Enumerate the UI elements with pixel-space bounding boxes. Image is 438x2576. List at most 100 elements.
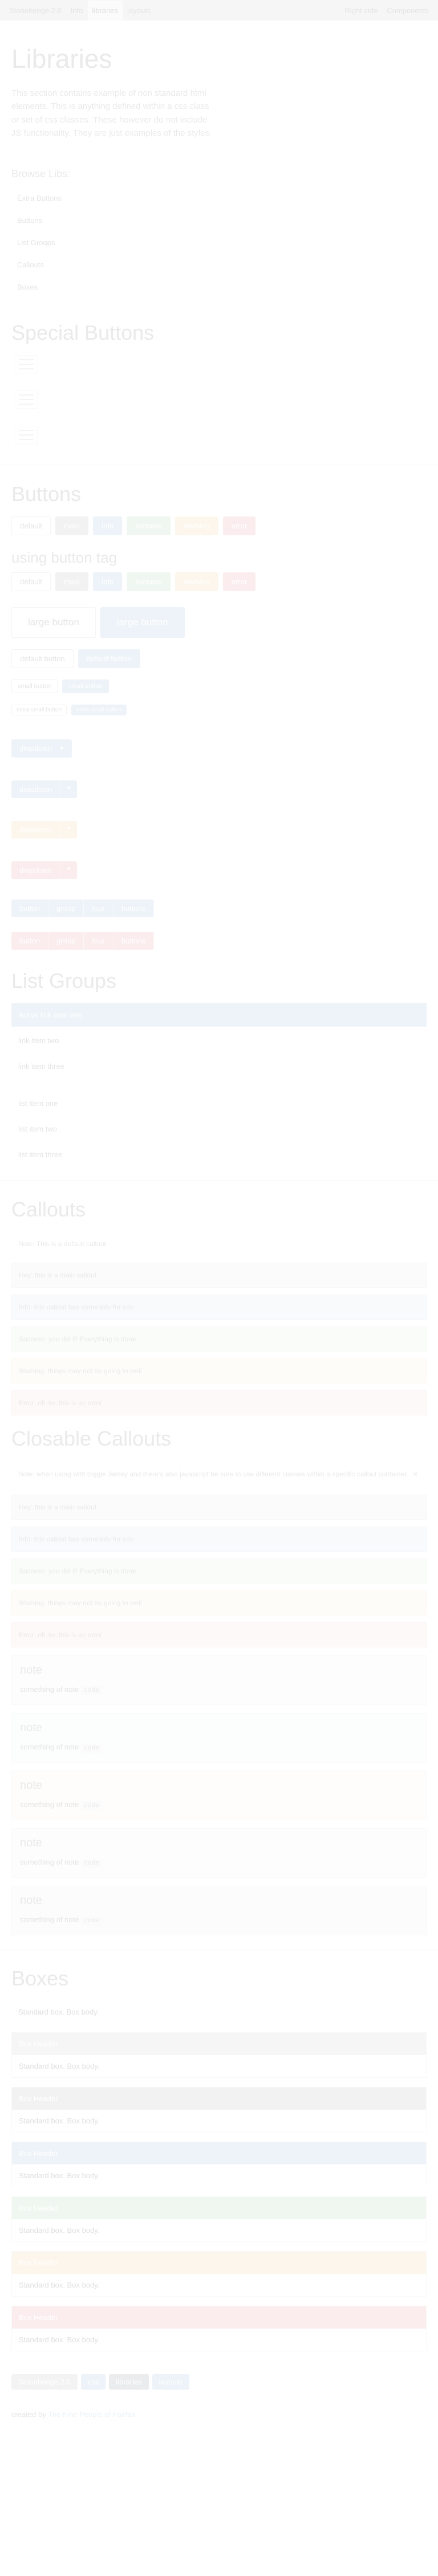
hamburger-icon[interactable] bbox=[15, 426, 38, 444]
default-button[interactable]: default button bbox=[78, 649, 140, 668]
group-button[interactable]: button bbox=[11, 932, 49, 950]
large-button[interactable]: large button bbox=[11, 607, 96, 638]
credit-link[interactable]: The Fine People of Fairfax bbox=[48, 2410, 135, 2419]
note-title: note bbox=[20, 1779, 42, 1792]
note-code: code bbox=[81, 1858, 102, 1868]
callout-info[interactable]: Info: this callout has some info for you bbox=[11, 1526, 427, 1552]
info-button[interactable]: info bbox=[93, 572, 123, 591]
info-button[interactable]: info bbox=[93, 516, 123, 535]
note-title: note bbox=[20, 1663, 42, 1676]
box-body: Standard box. Box body. bbox=[19, 2061, 100, 2070]
large-button-row: large button large button bbox=[11, 607, 427, 638]
hamburger-icon[interactable] bbox=[15, 355, 38, 373]
box: Box Header Standard box. Box body. bbox=[11, 2141, 427, 2187]
callout-success[interactable]: Success: you did it! Everything is done. bbox=[11, 1558, 427, 1584]
split-dropdown[interactable]: dropdown ▼ bbox=[11, 780, 78, 798]
group-button[interactable]: buttons bbox=[113, 900, 155, 917]
box-body: Standard box. Box body. bbox=[19, 2171, 100, 2180]
group-button[interactable]: buttons bbox=[113, 932, 155, 950]
browse-heading: Browse Libs: bbox=[11, 168, 71, 180]
note-card: note something of note code bbox=[11, 1770, 427, 1820]
callout-info: Info: this callout has some info for you bbox=[11, 1295, 427, 1320]
list-groups-heading: List Groups bbox=[11, 969, 117, 992]
success-button[interactable]: success bbox=[127, 516, 171, 535]
list-group: list item one list item two list item th… bbox=[11, 1092, 427, 1166]
note-body: something of note code bbox=[20, 1800, 418, 1810]
small-button[interactable]: small button bbox=[11, 679, 58, 693]
default-button[interactable]: default bbox=[11, 572, 51, 591]
box: Box Header Standard box. Box body. bbox=[11, 2086, 427, 2133]
footer-label[interactable]: Stonehenge 2.0 bbox=[11, 2374, 78, 2390]
box-header: Box Header bbox=[12, 2142, 426, 2164]
divider bbox=[0, 1948, 438, 1950]
footer-label[interactable]: css bbox=[80, 2374, 106, 2390]
callout-success: Success: you did it! Everything is done. bbox=[11, 1326, 427, 1352]
chevron-down-icon[interactable]: ▼ bbox=[60, 861, 77, 879]
split-dropdown[interactable]: dropdown ▼ bbox=[11, 861, 78, 879]
warning-button[interactable]: warning bbox=[175, 572, 218, 591]
buttons-heading: Buttons bbox=[11, 482, 82, 506]
nav-item-info[interactable]: Info bbox=[66, 1, 88, 21]
note-card: note something of note code bbox=[11, 1828, 427, 1878]
page-title: Libraries bbox=[11, 44, 112, 74]
closable-note: Note: when using with toggle Jersey and … bbox=[11, 1461, 427, 1488]
list-item: list item three bbox=[18, 1150, 63, 1159]
footer-labels: Stonehenge 2.0 css libraries layouts bbox=[11, 2374, 427, 2390]
box: Box Header Standard box. Box body. bbox=[11, 2305, 427, 2351]
default-button[interactable]: default bbox=[11, 516, 51, 535]
callout-error[interactable]: Error: oh no, this is an error bbox=[11, 1622, 427, 1647]
list-item: list item one bbox=[18, 1099, 58, 1108]
box-header: Box Header bbox=[12, 2032, 426, 2055]
group-button[interactable]: group bbox=[48, 900, 84, 917]
chevron-down-icon[interactable]: ▼ bbox=[60, 780, 77, 798]
extra-small-button[interactable]: extra small button bbox=[71, 705, 127, 715]
nav-right-side[interactable]: Right side bbox=[340, 1, 382, 21]
browse-item[interactable]: List Groups bbox=[11, 231, 427, 254]
group-button[interactable]: four bbox=[84, 900, 113, 917]
list-item[interactable]: link item three bbox=[11, 1055, 427, 1078]
footer-label[interactable]: layouts bbox=[152, 2374, 190, 2390]
default-button[interactable]: default button bbox=[11, 649, 74, 668]
footer-label[interactable]: libraries bbox=[109, 2374, 149, 2390]
group-button[interactable]: group bbox=[48, 932, 84, 950]
chevron-down-icon[interactable]: ▼ bbox=[60, 821, 77, 839]
extra-small-button[interactable]: extra small button bbox=[11, 705, 67, 715]
dropdown-button[interactable]: dropdown ▾ bbox=[11, 739, 72, 758]
success-button[interactable]: success bbox=[127, 572, 171, 591]
hamburger-icon[interactable] bbox=[15, 390, 38, 409]
warning-button[interactable]: warning bbox=[175, 516, 218, 535]
close-icon[interactable]: ✕ bbox=[413, 1471, 418, 1478]
callout-main: Hey: this is a main callout bbox=[11, 1263, 427, 1288]
button-tag-row: default main info success warning error bbox=[11, 572, 427, 591]
split-dropdown[interactable]: dropdown ▼ bbox=[11, 821, 78, 839]
group-button[interactable]: four bbox=[84, 932, 113, 950]
main-button[interactable]: main bbox=[55, 516, 89, 535]
nav-item-layouts[interactable]: layouts bbox=[123, 1, 155, 21]
error-button[interactable]: error bbox=[222, 572, 256, 591]
browse-item[interactable]: Boxes bbox=[11, 276, 427, 298]
browse-item[interactable]: Callouts bbox=[11, 254, 427, 276]
note-body: something of note code bbox=[20, 1858, 418, 1868]
list-item[interactable]: link item two bbox=[11, 1029, 427, 1052]
group-button[interactable]: button bbox=[11, 900, 49, 917]
note-code: code bbox=[81, 1801, 102, 1810]
note-body: something of note code bbox=[20, 1743, 418, 1753]
small-button[interactable]: small button bbox=[62, 679, 109, 693]
nav-components[interactable]: Components bbox=[382, 1, 433, 21]
box-header: Box Header bbox=[12, 2087, 426, 2110]
box-body: Standard box. Box body. bbox=[19, 2225, 100, 2235]
list-group: Active link item one link item two link … bbox=[11, 1003, 427, 1078]
browse-item[interactable]: Buttons bbox=[11, 209, 427, 231]
nav-brand[interactable]: Stonehenge 2.0 bbox=[5, 6, 66, 15]
main-button[interactable]: main bbox=[55, 572, 89, 591]
callout-warning[interactable]: Warning: things may not be going to well bbox=[11, 1590, 427, 1615]
browse-item[interactable]: Extra Buttons bbox=[11, 187, 427, 209]
error-button[interactable]: error bbox=[222, 516, 256, 535]
large-button[interactable]: large button bbox=[100, 607, 185, 638]
list-item: list item two bbox=[18, 1125, 57, 1133]
browse-list: Extra Buttons Buttons List Groups Callou… bbox=[11, 187, 427, 298]
list-item[interactable]: Active link item one bbox=[11, 1003, 427, 1027]
callout-main[interactable]: Hey: this is a main callout bbox=[11, 1494, 427, 1520]
nav-item-libraries[interactable]: libraries bbox=[87, 0, 123, 21]
callout-error: Error: oh no, this is an error bbox=[11, 1390, 427, 1415]
